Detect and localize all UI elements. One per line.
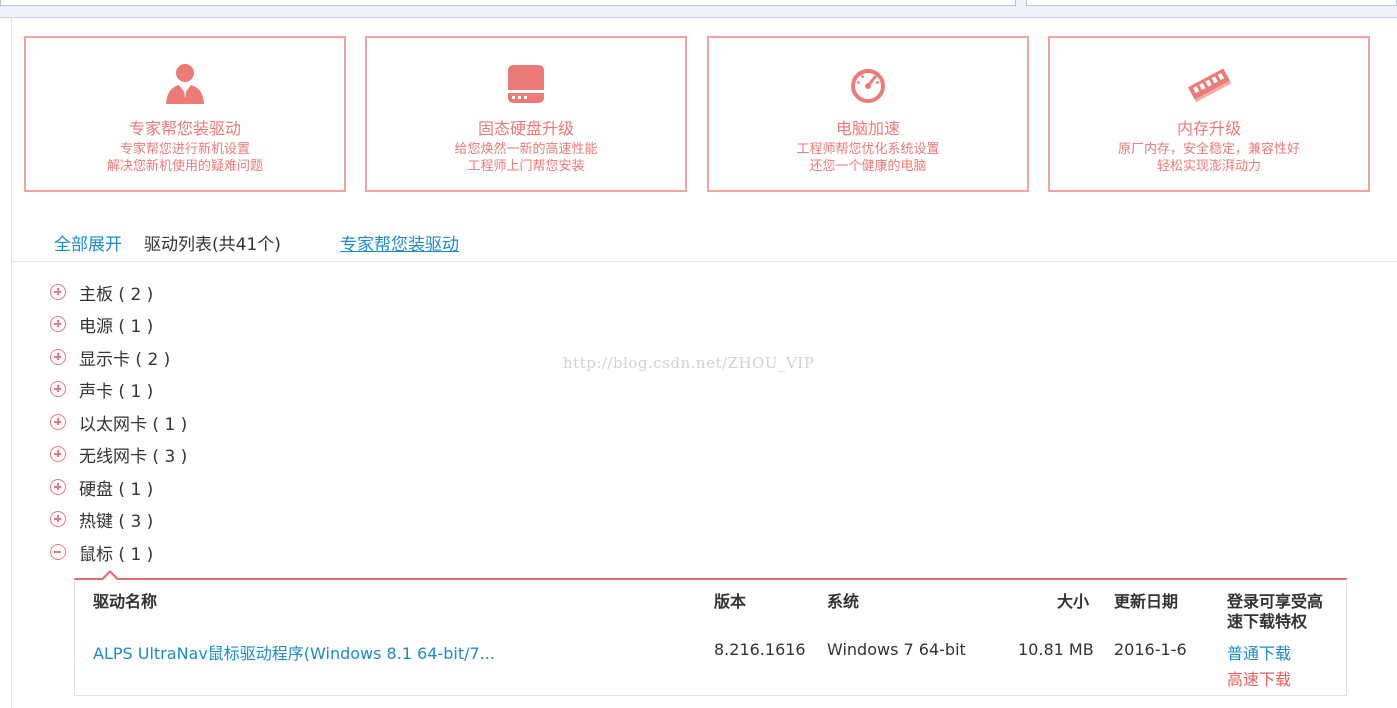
panel-pointer-icon bbox=[101, 570, 119, 580]
expand-plus-icon[interactable] bbox=[50, 381, 66, 397]
category-mouse[interactable]: 鼠标 ( 1 ) bbox=[50, 541, 154, 565]
memory-icon bbox=[1188, 68, 1232, 103]
card-description: 工程师帮您优化系统设置 还您一个健康的电脑 bbox=[796, 142, 940, 174]
driver-version: 8.216.1616 bbox=[714, 640, 806, 659]
service-card-expert-driver[interactable]: 专家帮您装驱动 专家帮您进行新机设置 解决您新机使用的疑难问题 bbox=[24, 36, 346, 192]
card-description: 原厂内存，安全稳定，兼容性好 轻松实现澎湃动力 bbox=[1117, 142, 1300, 174]
category-label: 显示卡 ( 2 ) bbox=[79, 349, 171, 370]
header-system: 系统 bbox=[827, 592, 860, 611]
service-card-memory-upgrade[interactable]: 内存升级 原厂内存，安全稳定，兼容性好 轻松实现澎湃动力 bbox=[1048, 36, 1370, 192]
expand-plus-icon[interactable] bbox=[50, 479, 66, 495]
expand-plus-icon[interactable] bbox=[50, 349, 66, 365]
service-card-ssd-upgrade[interactable]: 固态硬盘升级 给您焕然一新的高速性能 工程师上门帮您安装 bbox=[365, 36, 687, 192]
expand-plus-icon[interactable] bbox=[50, 414, 66, 430]
category-label: 无线网卡 ( 3 ) bbox=[79, 446, 188, 467]
expand-plus-icon[interactable] bbox=[50, 316, 66, 332]
address-bar[interactable] bbox=[0, 0, 1016, 6]
fast-download-link[interactable]: 高速下载 bbox=[1227, 666, 1291, 690]
category-sound[interactable]: 声卡 ( 1 ) bbox=[50, 378, 154, 402]
browser-top-bar bbox=[0, 0, 1397, 18]
normal-download-link[interactable]: 普通下载 bbox=[1227, 640, 1291, 664]
driver-list-title: 驱动列表(共41个) bbox=[144, 235, 281, 255]
card-title: 电脑加速 bbox=[835, 119, 900, 138]
driver-date: 2016-1-6 bbox=[1114, 640, 1187, 659]
card-title: 内存升级 bbox=[1176, 119, 1241, 138]
expand-plus-icon[interactable] bbox=[50, 511, 66, 527]
category-hotkey[interactable]: 热键 ( 3 ) bbox=[50, 508, 154, 532]
header-login-privilege: 登录可享受高 速下载特权 bbox=[1227, 592, 1324, 631]
header-size: 大小 bbox=[1057, 592, 1090, 611]
driver-system: Windows 7 64-bit bbox=[827, 640, 966, 659]
header-version: 版本 bbox=[714, 592, 747, 611]
header-driver-name: 驱动名称 bbox=[93, 592, 158, 611]
expand-plus-icon[interactable] bbox=[50, 284, 66, 300]
driver-tabs: 全部展开 驱动列表(共41个) 专家帮您装驱动 bbox=[11, 226, 1397, 262]
card-title: 专家帮您装驱动 bbox=[128, 119, 241, 138]
expert-install-link[interactable]: 专家帮您装驱动 bbox=[340, 230, 459, 255]
category-power[interactable]: 电源 ( 1 ) bbox=[50, 313, 154, 337]
category-label: 热键 ( 3 ) bbox=[79, 511, 154, 532]
expand-plus-icon[interactable] bbox=[50, 446, 66, 462]
person-icon bbox=[166, 64, 204, 104]
category-ethernet[interactable]: 以太网卡 ( 1 ) bbox=[50, 411, 188, 435]
driver-name-link[interactable]: ALPS UltraNav鼠标驱动程序(Windows 8.1 64-bit/7… bbox=[93, 640, 495, 664]
category-label: 主板 ( 2 ) bbox=[79, 284, 154, 305]
card-description: 给您焕然一新的高速性能 工程师上门帮您安装 bbox=[454, 142, 598, 174]
watermark: http://blog.csdn.net/ZHOU_VIP bbox=[563, 354, 815, 372]
driver-size: 10.81 MB bbox=[1018, 640, 1094, 659]
search-bar[interactable] bbox=[1026, 0, 1397, 6]
service-card-pc-speedup[interactable]: 电脑加速 工程师帮您优化系统设置 还您一个健康的电脑 bbox=[707, 36, 1029, 192]
category-motherboard[interactable]: 主板 ( 2 ) bbox=[50, 281, 154, 305]
category-label: 电源 ( 1 ) bbox=[79, 316, 154, 337]
expand-all-link[interactable]: 全部展开 bbox=[54, 230, 122, 255]
card-description: 专家帮您进行新机设置 解决您新机使用的疑难问题 bbox=[106, 142, 263, 174]
speedometer-icon bbox=[851, 69, 885, 103]
category-label: 硬盘 ( 1 ) bbox=[79, 479, 154, 500]
category-label: 以太网卡 ( 1 ) bbox=[79, 414, 188, 435]
category-label: 声卡 ( 1 ) bbox=[79, 381, 154, 402]
ssd-icon bbox=[508, 65, 544, 103]
collapse-minus-icon[interactable] bbox=[50, 544, 66, 560]
header-update-date: 更新日期 bbox=[1114, 592, 1179, 611]
category-label: 鼠标 ( 1 ) bbox=[79, 544, 154, 565]
category-graphics[interactable]: 显示卡 ( 2 ) bbox=[50, 346, 171, 370]
category-wireless[interactable]: 无线网卡 ( 3 ) bbox=[50, 443, 188, 467]
card-title: 固态硬盘升级 bbox=[477, 119, 574, 138]
category-harddisk[interactable]: 硬盘 ( 1 ) bbox=[50, 476, 154, 500]
